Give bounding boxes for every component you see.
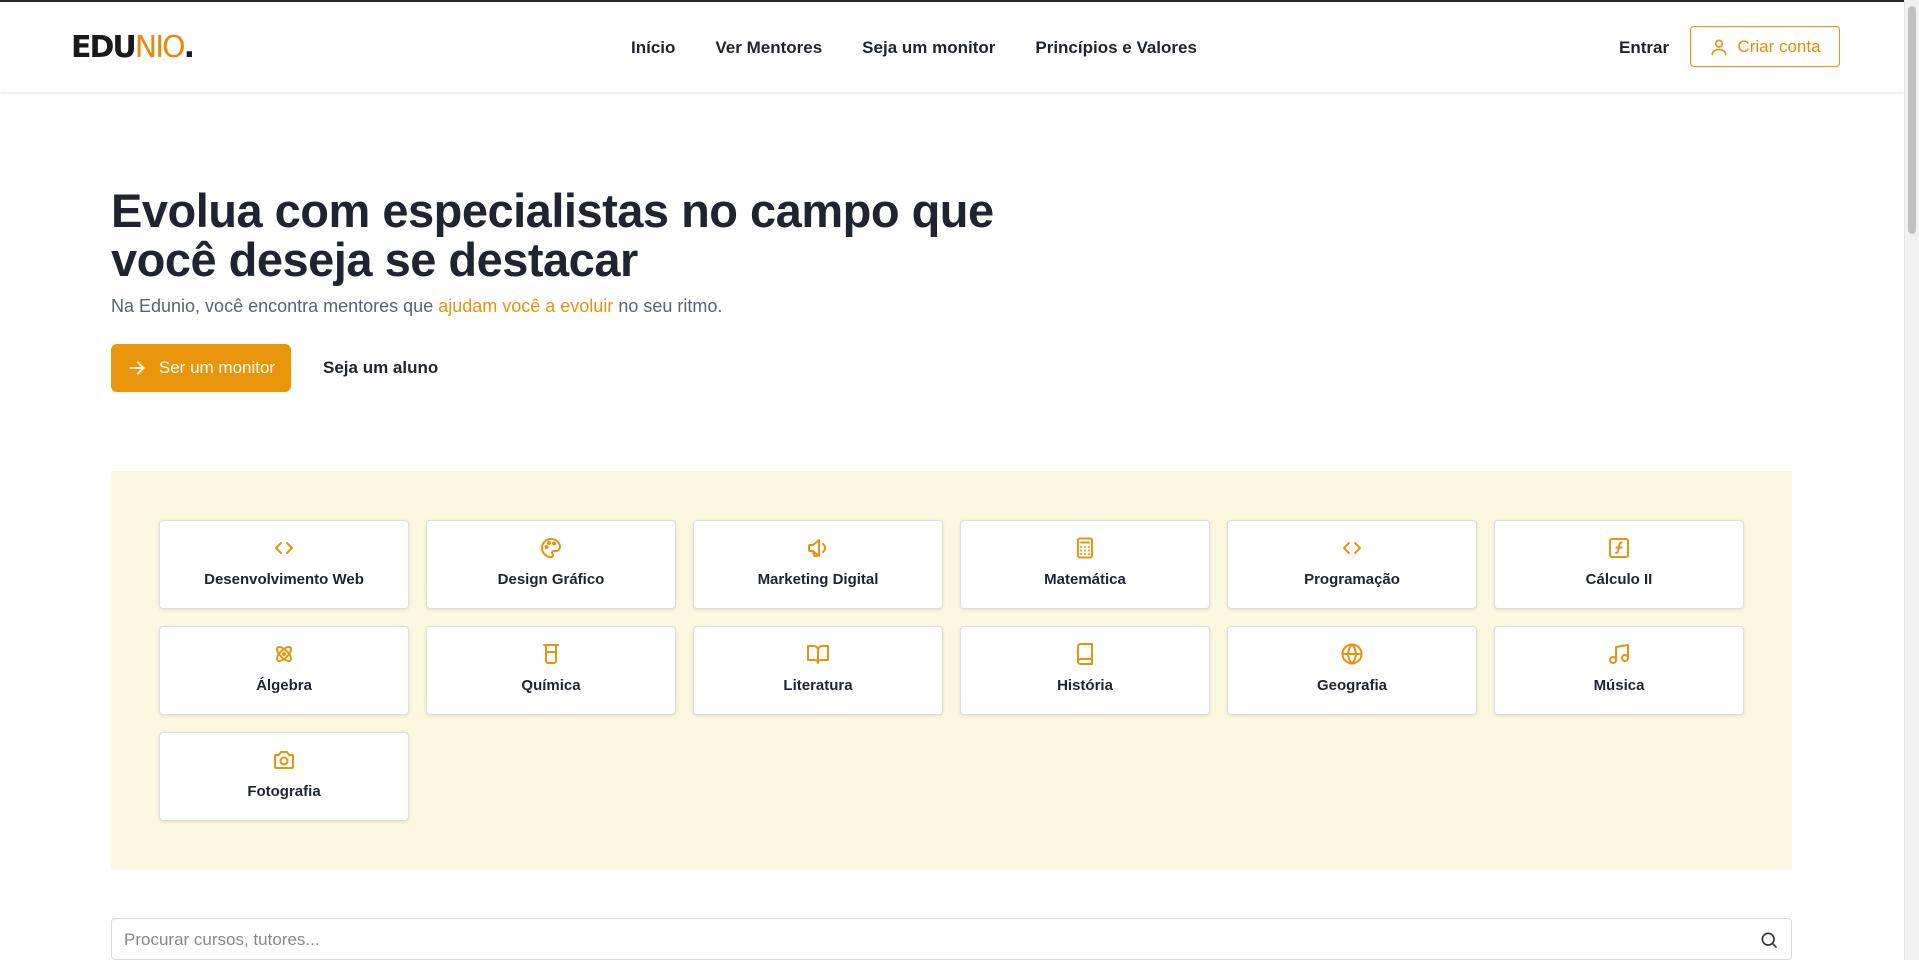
logo-text-edu: EDU [71,30,137,65]
category-label: Geografia [1316,677,1388,694]
category-label: Literatura [783,677,853,694]
hero-subtitle-start: Na Edunio, você encontra mentores que [111,296,439,316]
signup-button-label: Criar conta [1737,36,1821,56]
calculator-icon [1077,537,1093,559]
site-header: EDUNIO. Início Ver Mentores Seja um moni… [0,2,1904,92]
category-label: Marketing Digital [757,571,879,588]
function-icon [1609,538,1629,558]
main-nav: Início Ver Mentores Seja um monitor Prin… [631,38,1197,58]
user-icon [1711,39,1727,55]
logo-text-nio: NIO [134,30,186,65]
login-link[interactable]: Entrar [1619,38,1669,58]
category-label: Música [1593,677,1645,694]
search-input[interactable] [124,930,1724,950]
hero-subtitle: Na Edunio, você encontra mentores que aj… [111,295,722,317]
become-monitor-button[interactable]: Ser um monitor [111,344,291,392]
category-label: Fotografia [247,783,321,800]
category-card-historia[interactable]: História [960,626,1210,715]
category-card-geografia[interactable]: Geografia [1227,626,1477,715]
category-card-algebra[interactable]: Álgebra [159,626,409,715]
search-bar [111,918,1792,960]
category-label: Química [521,677,581,694]
categories-grid: Desenvolvimento Web Design Gráfico Marke… [159,520,1744,821]
category-label: Álgebra [256,677,312,694]
arrow-right-icon [129,361,145,375]
palette-icon [541,538,561,558]
become-monitor-label: Ser um monitor [158,358,276,377]
book-open-icon [807,645,829,664]
nav-link-principios-valores[interactable]: Princípios e Valores [1035,38,1197,58]
category-label: Desenvolvimento Web [204,571,364,588]
category-card-musica[interactable]: Música [1494,626,1744,715]
hero-subtitle-end: no seu ritmo. [613,296,723,316]
category-label: Design Gráfico [497,571,605,588]
megaphone-icon [808,539,826,557]
category-label: Cálculo II [1585,571,1653,588]
category-label: Programação [1304,571,1400,588]
category-card-fotografia[interactable]: Fotografia [159,732,409,821]
beaker-icon [543,644,559,664]
camera-icon [274,751,294,769]
scrollbar-thumb[interactable] [1908,6,1916,234]
logo-dot: . [183,30,195,65]
category-card-matematica[interactable]: Matemática [960,520,1210,609]
category-card-literatura[interactable]: Literatura [693,626,943,715]
category-card-programacao[interactable]: Programação [1227,520,1477,609]
search-icon[interactable] [1759,930,1779,950]
signup-button[interactable]: Criar conta [1690,26,1840,67]
category-card-quimica[interactable]: Química [426,626,676,715]
categories-panel: Desenvolvimento Web Design Gráfico Marke… [111,471,1792,870]
code-icon [275,542,293,554]
category-label: Matemática [1044,571,1126,588]
globe-icon [1341,643,1363,665]
music-icon [1609,644,1629,664]
atom-icon [276,646,292,662]
nav-link-ver-mentores[interactable]: Ver Mentores [715,38,822,58]
category-card-calculo-ii[interactable]: Cálculo II [1494,520,1744,609]
nav-link-seja-monitor[interactable]: Seja um monitor [862,38,995,58]
category-card-design-grafico[interactable]: Design Gráfico [426,520,676,609]
book-icon [1077,643,1093,665]
category-card-desenvolvimento-web[interactable]: Desenvolvimento Web [159,520,409,609]
become-student-button[interactable]: Seja um aluno [323,358,438,378]
hero-title: Evolua com especialistas no campo que vo… [111,184,994,286]
code-icon [1343,542,1361,554]
category-card-marketing-digital[interactable]: Marketing Digital [693,520,943,609]
hero-subtitle-highlight: ajudam você a evoluir [438,296,614,316]
edunio-logo[interactable]: EDUNIO. [71,30,195,66]
category-label: História [1057,677,1113,694]
nav-link-inicio[interactable]: Início [631,38,675,58]
page-scrollbar[interactable] [1904,0,1919,960]
